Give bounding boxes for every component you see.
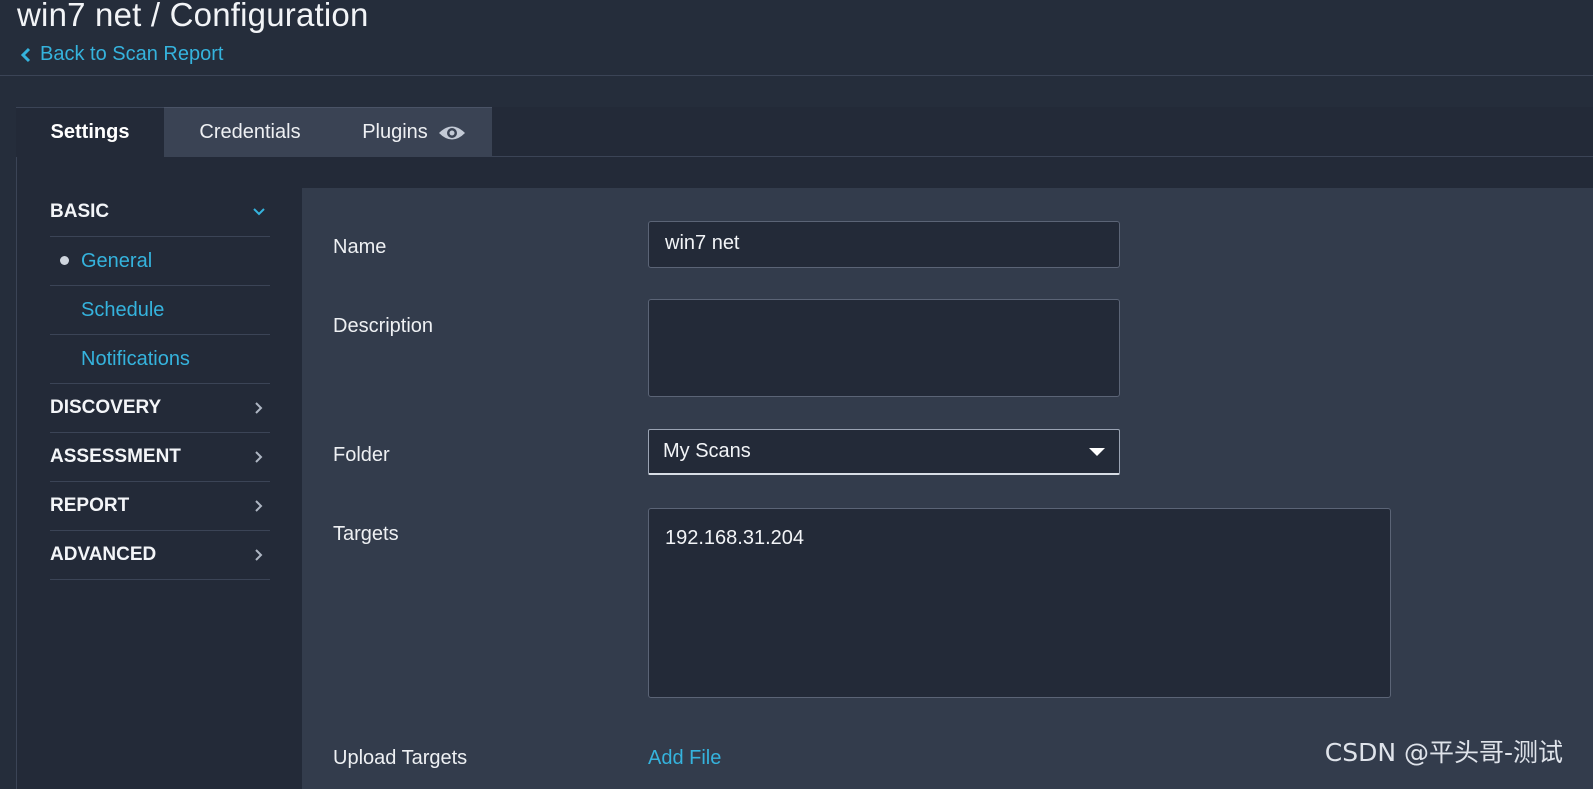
chevron-right-icon bbox=[255, 500, 263, 512]
chevron-right-icon bbox=[255, 549, 263, 561]
settings-content bbox=[302, 188, 1593, 789]
name-label: Name bbox=[333, 236, 387, 258]
folder-select[interactable]: My Scans bbox=[648, 429, 1120, 475]
sidebar-section-label: BASIC bbox=[50, 201, 110, 222]
description-textarea[interactable] bbox=[648, 299, 1120, 397]
eye-icon[interactable] bbox=[438, 124, 466, 142]
sidebar-section-report[interactable]: REPORT bbox=[50, 482, 270, 531]
sidebar-item-general[interactable]: General bbox=[50, 237, 270, 286]
sidebar-section-advanced[interactable]: ADVANCED bbox=[50, 531, 270, 580]
sidebar-section-assessment[interactable]: ASSESSMENT bbox=[50, 433, 270, 482]
sidebar-section-discovery[interactable]: DISCOVERY bbox=[50, 384, 270, 433]
folder-select-value: My Scans bbox=[663, 440, 751, 462]
tab-credentials-label: Credentials bbox=[199, 121, 301, 143]
sidebar-section-label: ASSESSMENT bbox=[50, 446, 181, 467]
sidebar-section-label: REPORT bbox=[50, 495, 130, 516]
sidebar-item-label: Schedule bbox=[81, 298, 165, 321]
chevron-left-icon bbox=[20, 47, 31, 62]
selected-dot-icon bbox=[60, 256, 69, 265]
sidebar-item-label: General bbox=[81, 249, 153, 272]
description-label: Description bbox=[333, 315, 434, 337]
sidebar-item-schedule[interactable]: Schedule bbox=[50, 286, 270, 335]
tab-underline bbox=[492, 156, 1593, 157]
watermark: CSDN @平头哥-测试 bbox=[1324, 738, 1563, 767]
chevron-right-icon bbox=[255, 402, 263, 414]
caret-down-icon bbox=[1089, 447, 1105, 456]
tab-settings-label: Settings bbox=[50, 121, 130, 143]
header-divider bbox=[0, 75, 1593, 76]
sidebar-section-label: DISCOVERY bbox=[50, 397, 162, 418]
back-to-scan-report-link[interactable]: Back to Scan Report bbox=[20, 43, 223, 66]
chevron-down-icon bbox=[253, 208, 265, 216]
tab-credentials[interactable]: Credentials bbox=[164, 107, 336, 157]
back-link-label: Back to Scan Report bbox=[40, 43, 224, 65]
tab-plugins[interactable]: Plugins bbox=[336, 107, 492, 157]
sidebar-section-label: ADVANCED bbox=[50, 544, 157, 565]
add-file-link[interactable]: Add File bbox=[648, 747, 721, 770]
tab-settings[interactable]: Settings bbox=[16, 107, 164, 157]
chevron-right-icon bbox=[255, 451, 263, 463]
tab-bar: Settings Credentials Plugins bbox=[16, 107, 492, 157]
upload-targets-label: Upload Targets bbox=[333, 747, 468, 769]
tab-plugins-label: Plugins bbox=[362, 121, 428, 143]
name-input[interactable]: win7 net bbox=[648, 221, 1120, 268]
settings-sidebar: BASIC General Schedule Notifications DIS… bbox=[50, 188, 270, 580]
folder-label: Folder bbox=[333, 444, 390, 466]
sidebar-item-label: Notifications bbox=[81, 347, 190, 370]
sidebar-section-basic[interactable]: BASIC bbox=[50, 188, 270, 237]
targets-textarea[interactable]: 192.168.31.204 bbox=[648, 508, 1391, 698]
page-title: win7 net / Configuration bbox=[17, 0, 369, 33]
targets-label: Targets bbox=[333, 523, 399, 545]
sidebar-item-notifications[interactable]: Notifications bbox=[50, 335, 270, 384]
